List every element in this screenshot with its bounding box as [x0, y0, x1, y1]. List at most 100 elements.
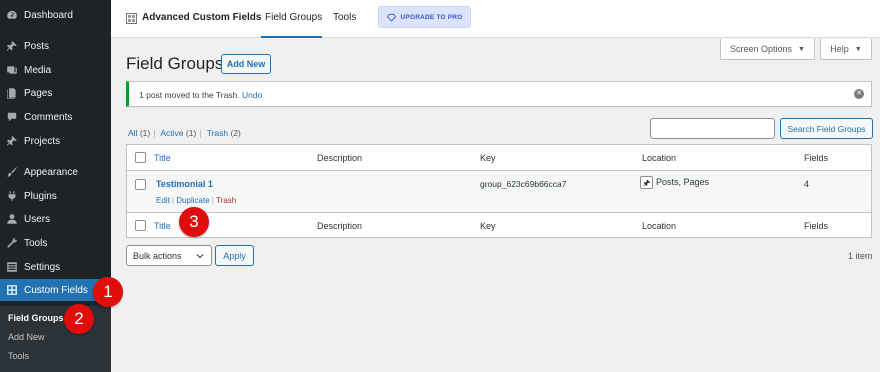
page-title: Field Groups	[126, 54, 224, 73]
row-checkbox[interactable]	[135, 179, 146, 190]
sidebar-item-label: Dashboard	[24, 9, 73, 21]
sidebar-item-appearance[interactable]: Appearance	[0, 161, 111, 183]
filter-active-link[interactable]: Active	[160, 128, 183, 138]
custom-fields-submenu: Field Groups Add New Tools	[0, 306, 111, 372]
dismiss-notice-icon[interactable]: ✕	[854, 89, 864, 99]
filter-all-count: (1)	[139, 128, 151, 138]
sidebar-item-label: Users	[24, 213, 51, 225]
apply-button[interactable]: Apply	[215, 245, 254, 266]
search-input[interactable]	[650, 118, 775, 139]
sidebar-item-label: Media	[24, 64, 52, 76]
step-badge-1: 1	[93, 277, 123, 307]
sidebar-item-projects[interactable]: Projects	[0, 130, 111, 152]
filter-active-count: (1)	[185, 128, 197, 138]
step-badge-2: 2	[64, 304, 94, 334]
admin-sidebar: Dashboard Posts Media Pages Comments Pro…	[0, 0, 111, 372]
tab-tools[interactable]: Tools	[333, 12, 356, 23]
column-key-header: Key	[480, 153, 496, 163]
sidebar-item-comments[interactable]: Comments	[0, 106, 111, 128]
filter-trash-count: (2)	[230, 128, 241, 138]
step-badge-3: 3	[179, 207, 209, 237]
acf-header: Advanced Custom Fields Field Groups Tool…	[111, 0, 880, 38]
bulk-actions-value: Bulk actions	[133, 250, 182, 261]
column-description-header: Description	[317, 153, 363, 163]
sidebar-item-label: Custom Fields	[24, 284, 88, 296]
table-footer-row: Title Description Key Location Fields	[127, 213, 871, 238]
edit-link[interactable]: Edit	[156, 196, 170, 205]
sidebar-item-label: Appearance	[24, 166, 78, 178]
submenu-item-field-groups[interactable]: Field Groups	[8, 313, 64, 323]
sidebar-item-label: Pages	[24, 87, 53, 99]
sidebar-item-tools[interactable]: Tools	[0, 232, 111, 254]
bulk-actions-select[interactable]: Bulk actions	[126, 245, 212, 266]
custom-fields-icon	[0, 284, 24, 296]
media-icon	[0, 64, 24, 76]
screen-options-label: Screen Options	[730, 44, 793, 54]
column-fields-footer: Fields	[804, 221, 829, 231]
diamond-icon	[386, 13, 396, 22]
sidebar-item-media[interactable]: Media	[0, 59, 111, 81]
submenu-item-add-new[interactable]: Add New	[8, 332, 45, 342]
duplicate-link[interactable]: Duplicate	[176, 196, 209, 205]
dashboard-icon	[0, 9, 24, 21]
location-text: Posts, Pages	[656, 176, 710, 187]
notice-text-wrap: 1 post moved to the Trash. Undo	[139, 90, 262, 100]
sidebar-item-pages[interactable]: Pages	[0, 82, 111, 104]
row-actions: Edit | Duplicate | Trash	[156, 196, 237, 205]
sidebar-item-plugins[interactable]: Plugins	[0, 185, 111, 207]
column-title-header[interactable]: Title	[154, 153, 171, 163]
sidebar-item-posts[interactable]: Posts	[0, 35, 111, 57]
tab-field-groups[interactable]: Field Groups	[265, 12, 322, 23]
filter-all-link[interactable]: All	[128, 128, 137, 138]
sidebar-item-label: Projects	[24, 135, 61, 147]
item-count: 1 item	[848, 251, 873, 261]
notice-message: 1 post moved to the Trash.	[139, 90, 240, 100]
table-header-row: Title Description Key Location Fields	[127, 145, 871, 171]
field-groups-table: Title Description Key Location Fields Te…	[126, 144, 872, 238]
caret-down-icon: ▼	[854, 45, 862, 53]
pin-icon	[0, 40, 24, 52]
screen-options-button[interactable]: Screen Options ▼	[720, 39, 815, 60]
field-group-title-link[interactable]: Testimonial 1	[156, 179, 213, 189]
help-label: Help	[830, 44, 849, 54]
filter-separator: |	[199, 128, 202, 138]
brush-icon	[0, 166, 24, 178]
sidebar-item-label: Comments	[24, 111, 73, 123]
pin-icon	[640, 176, 653, 189]
sidebar-item-dashboard[interactable]: Dashboard	[0, 4, 111, 26]
plugin-icon	[0, 190, 24, 202]
sidebar-item-label: Posts	[24, 40, 50, 52]
select-all-checkbox-footer[interactable]	[135, 220, 146, 231]
undo-link[interactable]: Undo	[242, 90, 262, 100]
sidebar-item-users[interactable]: Users	[0, 208, 111, 230]
upgrade-to-pro-button[interactable]: UPGRADE TO PRO	[378, 6, 471, 28]
column-title-footer[interactable]: Title	[154, 221, 171, 231]
upgrade-label: UPGRADE TO PRO	[400, 13, 463, 21]
sidebar-item-settings[interactable]: Settings	[0, 256, 111, 278]
filter-trash-link[interactable]: Trash	[207, 128, 228, 138]
help-button[interactable]: Help ▼	[820, 39, 872, 60]
select-all-checkbox[interactable]	[135, 152, 146, 163]
sidebar-item-label: Plugins	[24, 190, 57, 202]
add-new-button[interactable]: Add New	[221, 54, 271, 74]
sidebar-item-label: Settings	[24, 261, 61, 273]
column-key-footer: Key	[480, 221, 496, 231]
wrench-icon	[0, 237, 24, 249]
acf-logo-icon	[126, 13, 137, 24]
page-icon	[0, 87, 24, 99]
sidebar-item-label: Tools	[24, 237, 48, 249]
caret-down-icon: ▼	[798, 45, 805, 53]
location-cell: Posts, Pages	[640, 176, 709, 189]
user-icon	[0, 213, 24, 225]
pin-icon	[0, 135, 24, 147]
column-location-footer: Location	[642, 221, 677, 231]
column-location-header: Location	[642, 153, 677, 163]
trash-link[interactable]: Trash	[216, 196, 236, 205]
column-fields-header: Fields	[804, 153, 829, 163]
chevron-down-icon	[196, 254, 204, 259]
search-field-groups-button[interactable]: Search Field Groups	[780, 118, 873, 139]
active-tab-indicator	[261, 36, 322, 38]
plugin-title: Advanced Custom Fields	[142, 12, 262, 23]
submenu-item-tools[interactable]: Tools	[8, 351, 29, 361]
trash-notice: 1 post moved to the Trash. Undo ✕	[126, 81, 872, 107]
